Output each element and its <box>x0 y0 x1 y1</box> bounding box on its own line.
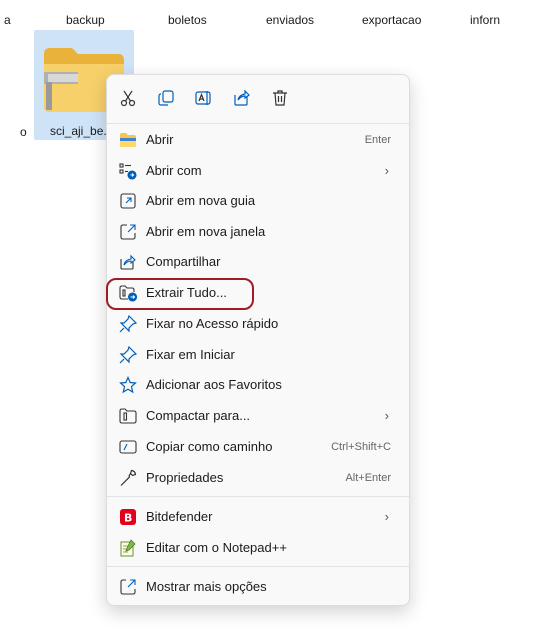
delete-button[interactable] <box>265 85 295 115</box>
menu-item-bitdefender[interactable]: B Bitdefender › <box>113 503 403 531</box>
context-menu-toolbar <box>107 85 409 115</box>
folder-label-inforn[interactable]: inforn <box>470 13 500 27</box>
share-icon <box>119 253 137 271</box>
menu-item-label: Mostrar mais opções <box>146 579 267 594</box>
menu-item-copiar-caminho[interactable]: Copiar como caminho Ctrl+Shift+C <box>113 433 403 461</box>
folder-label-partial-2[interactable]: o <box>20 125 27 139</box>
pin-icon <box>119 346 137 364</box>
menu-item-label: Fixar em Iniciar <box>146 347 235 362</box>
menu-item-label: Editar com o Notepad++ <box>146 540 287 555</box>
menu-item-fixar-acesso-rapido[interactable]: Fixar no Acesso rápido <box>113 310 403 338</box>
annotation-highlight-ring <box>106 278 254 310</box>
rename-icon <box>195 89 213 112</box>
separator <box>107 123 409 124</box>
open-with-icon <box>119 162 137 180</box>
trash-icon <box>271 89 289 112</box>
copy-button[interactable] <box>151 85 181 115</box>
menu-item-label: Abrir em nova guia <box>146 193 256 208</box>
chevron-right-icon: › <box>384 509 389 524</box>
more-options-icon <box>119 578 137 596</box>
compress-icon <box>119 407 137 425</box>
menu-item-mais-opcoes[interactable]: Mostrar mais opções <box>113 573 403 601</box>
menu-item-label: Fixar no Acesso rápido <box>146 316 279 331</box>
folder-icon <box>119 131 137 149</box>
menu-item-label: Compactar para... <box>146 408 251 423</box>
menu-item-nova-janela[interactable]: Abrir em nova janela <box>113 218 403 246</box>
menu-item-label: Compartilhar <box>146 254 221 269</box>
menu-item-shortcut: Alt+Enter <box>345 472 391 484</box>
menu-item-nova-guia[interactable]: Abrir em nova guia <box>113 187 403 215</box>
folder-label-boletos[interactable]: boletos <box>168 13 207 27</box>
pin-icon <box>119 315 137 333</box>
separator <box>107 496 409 497</box>
menu-item-fixar-iniciar[interactable]: Fixar em Iniciar <box>113 341 403 369</box>
folder-label-exportacao[interactable]: exportacao <box>362 13 421 27</box>
folder-label-partial[interactable]: a <box>4 13 11 27</box>
svg-text:B: B <box>124 512 132 525</box>
chevron-right-icon: › <box>384 163 389 178</box>
menu-item-compactar[interactable]: Compactar para... › <box>113 402 403 430</box>
notepad-icon <box>119 539 137 557</box>
scissors-icon <box>119 89 137 112</box>
share-button[interactable] <box>227 85 257 115</box>
menu-item-label: Adicionar aos Favoritos <box>146 377 282 392</box>
menu-item-label: Abrir com <box>146 163 202 178</box>
menu-item-label: Bitdefender <box>146 509 213 524</box>
menu-item-propriedades[interactable]: Propriedades Alt+Enter <box>113 464 403 492</box>
menu-item-abrir-com[interactable]: Abrir com › <box>113 157 403 185</box>
menu-item-label: Copiar como caminho <box>146 439 273 454</box>
menu-item-notepad[interactable]: Editar com o Notepad++ <box>113 534 403 562</box>
menu-item-compartilhar[interactable]: Compartilhar <box>113 248 403 276</box>
new-window-icon <box>119 223 137 241</box>
star-icon <box>119 376 137 394</box>
menu-item-favoritos[interactable]: Adicionar aos Favoritos <box>113 371 403 399</box>
menu-item-label: Abrir <box>146 132 174 147</box>
path-icon <box>119 438 137 456</box>
rename-button[interactable] <box>189 85 219 115</box>
bitdefender-icon: B <box>119 508 137 526</box>
menu-item-abrir[interactable]: Abrir Enter <box>113 126 403 154</box>
copy-icon <box>157 89 175 112</box>
folder-label-enviados[interactable]: enviados <box>266 13 314 27</box>
cut-button[interactable] <box>113 85 143 115</box>
folder-label-backup[interactable]: backup <box>66 13 105 27</box>
menu-item-label: Propriedades <box>146 470 224 485</box>
new-tab-icon <box>119 192 137 210</box>
menu-item-label: Abrir em nova janela <box>146 224 266 239</box>
menu-item-shortcut: Ctrl+Shift+C <box>331 441 391 453</box>
wrench-icon <box>119 469 137 487</box>
share-icon <box>233 89 251 112</box>
chevron-right-icon: › <box>384 408 389 423</box>
context-menu: Abrir Enter Abrir com › Abrir em nova gu… <box>106 74 410 606</box>
separator <box>107 566 409 567</box>
menu-item-shortcut: Enter <box>364 134 391 146</box>
